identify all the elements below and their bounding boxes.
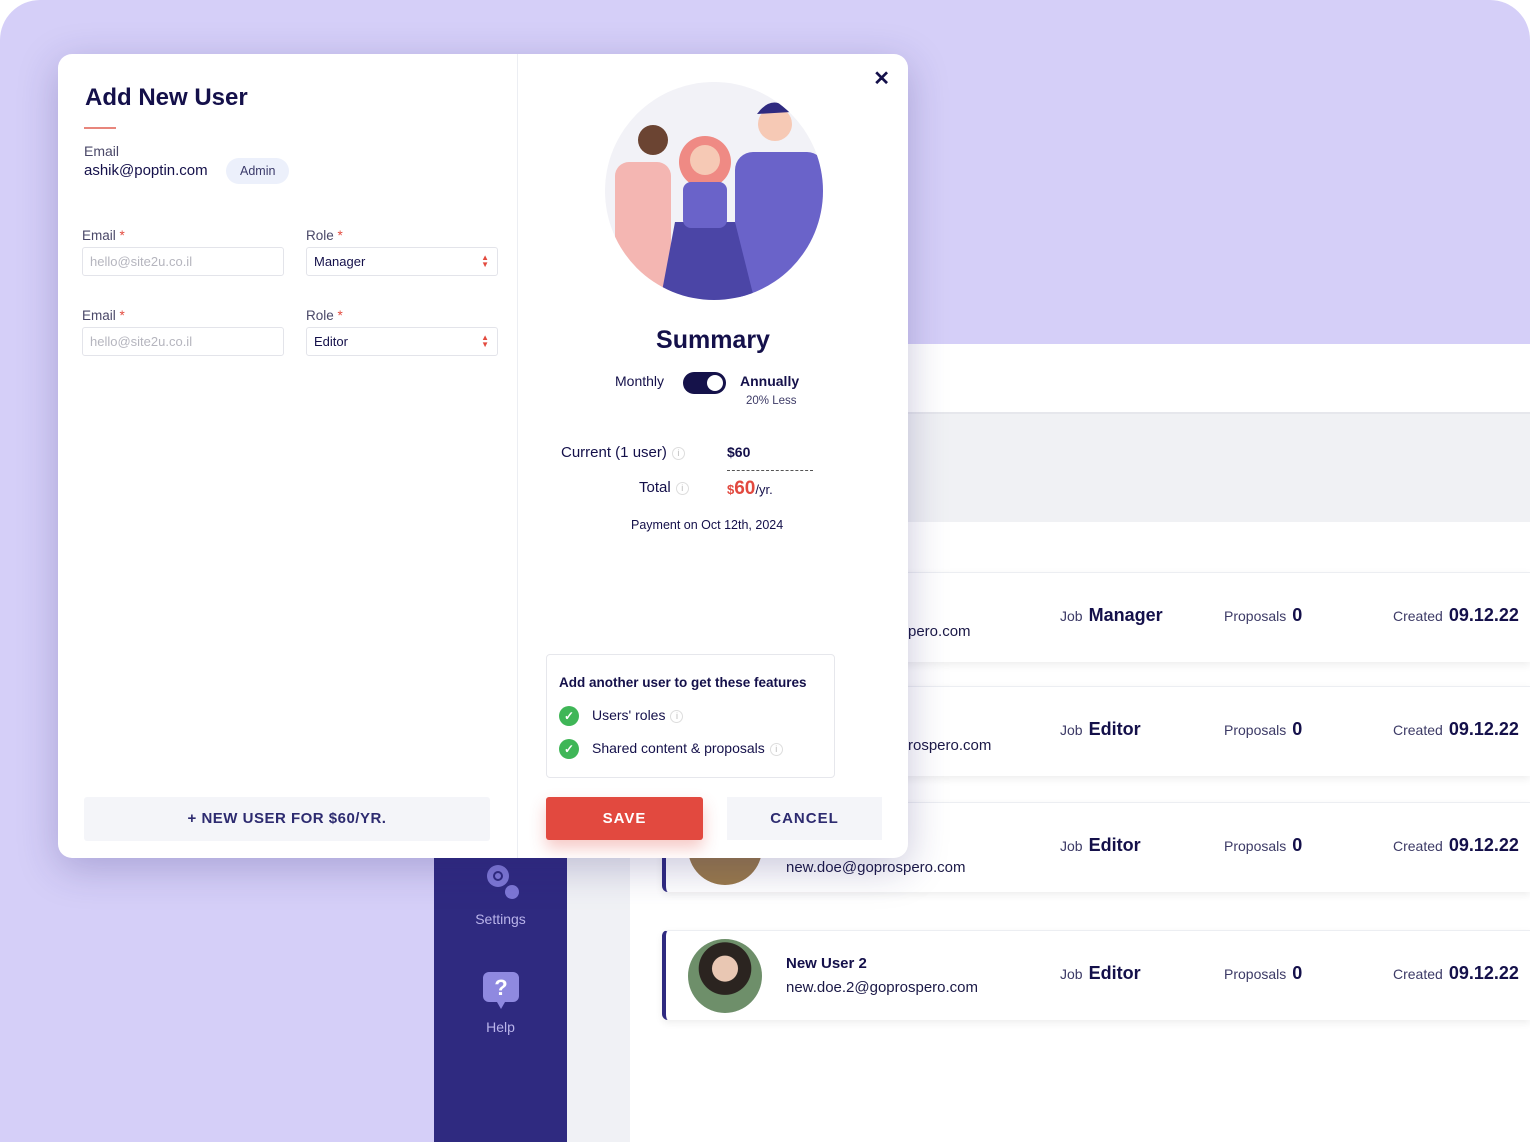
- info-icon[interactable]: i: [670, 710, 684, 723]
- role-label: Role *: [306, 228, 343, 243]
- sidebar-item-label: Settings: [475, 911, 526, 927]
- user-name: New User 2: [786, 955, 867, 972]
- role-select[interactable]: Manager ▲ ▼: [306, 247, 498, 276]
- team-illustration: [605, 82, 823, 300]
- features-box: Add another user to get these features ✓…: [546, 654, 835, 778]
- current-email-label: Email: [84, 143, 120, 159]
- help-icon: ?: [482, 972, 519, 1009]
- close-icon[interactable]: ✕: [873, 66, 890, 91]
- gear-icon: [486, 865, 519, 899]
- save-button[interactable]: SAVE: [546, 797, 703, 840]
- user-email: pero.com: [908, 623, 971, 640]
- sidebar-item-help[interactable]: ? Help: [434, 970, 567, 1035]
- user-job: Job Manager: [1060, 605, 1163, 625]
- total-label: Total i: [639, 479, 689, 496]
- user-created: Created 09.12.22: [1393, 963, 1519, 983]
- email-label: Email *: [82, 228, 125, 243]
- info-icon[interactable]: i: [769, 743, 783, 756]
- user-job: Job Editor: [1060, 719, 1141, 739]
- feature-item: ✓ Users' roles i: [559, 706, 684, 726]
- user-proposals: Proposals 0: [1224, 605, 1303, 625]
- sort-arrows-icon: ▲ ▼: [481, 333, 489, 349]
- title-underline: [84, 127, 116, 129]
- email-input[interactable]: hello@site2u.co.il: [82, 327, 284, 356]
- user-proposals: Proposals 0: [1224, 719, 1303, 739]
- total-price: $60/yr.: [727, 478, 773, 499]
- billing-toggle[interactable]: [683, 372, 726, 394]
- current-price-label: Current (1 user) i: [561, 444, 685, 461]
- avatar: [688, 939, 762, 1013]
- sidebar-item-settings[interactable]: Settings: [434, 858, 567, 927]
- feature-item: ✓ Shared content & proposals i: [559, 739, 783, 759]
- check-circle-icon: ✓: [559, 739, 579, 759]
- add-new-user-button[interactable]: + NEW USER FOR $60/YR.: [84, 797, 490, 841]
- add-user-modal: Add New User Email ashik@poptin.com Admi…: [58, 54, 908, 858]
- user-created: Created 09.12.22: [1393, 605, 1519, 625]
- discount-note: 20% Less: [746, 395, 797, 407]
- user-email: rospero.com: [908, 737, 992, 754]
- email-input[interactable]: hello@site2u.co.il: [82, 247, 284, 276]
- user-proposals: Proposals 0: [1224, 835, 1303, 855]
- modal-title: Add New User: [85, 84, 248, 111]
- role-label: Role *: [306, 308, 343, 323]
- email-label: Email *: [82, 308, 125, 323]
- info-icon[interactable]: i: [675, 482, 689, 495]
- cancel-button[interactable]: CANCEL: [727, 797, 882, 840]
- sort-arrows-icon: ▲ ▼: [481, 253, 489, 269]
- user-email: new.doe.2@goprospero.com: [786, 979, 979, 996]
- features-title: Add another user to get these features: [559, 675, 807, 690]
- current-email: ashik@poptin.com: [84, 162, 208, 179]
- payment-date: Payment on Oct 12th, 2024: [631, 518, 784, 532]
- user-created: Created 09.12.22: [1393, 719, 1519, 739]
- monthly-label: Monthly: [615, 373, 665, 389]
- role-badge: Admin: [226, 158, 290, 184]
- summary-panel: ✕ Summary Monthly Annually 20% Less Curr…: [518, 54, 908, 858]
- table-row[interactable]: New User 2 new.doe.2@goprospero.com Job E…: [662, 930, 1530, 1020]
- current-price: $60: [727, 444, 751, 460]
- summary-title: Summary: [656, 326, 770, 354]
- sidebar-item-label: Help: [486, 1019, 515, 1035]
- user-form: Add New User Email ashik@poptin.com Admi…: [58, 54, 518, 858]
- annually-label: Annually: [740, 373, 800, 389]
- role-select[interactable]: Editor ▲ ▼: [306, 327, 498, 356]
- user-created: Created 09.12.22: [1393, 835, 1519, 855]
- user-job: Job Editor: [1060, 835, 1141, 855]
- user-proposals: Proposals 0: [1224, 963, 1303, 983]
- user-job: Job Editor: [1060, 963, 1141, 983]
- svg-text:?: ?: [494, 975, 507, 1000]
- divider: [727, 470, 813, 471]
- check-circle-icon: ✓: [559, 706, 579, 726]
- info-icon[interactable]: i: [671, 447, 685, 460]
- user-email: new.doe@goprospero.com: [786, 859, 966, 876]
